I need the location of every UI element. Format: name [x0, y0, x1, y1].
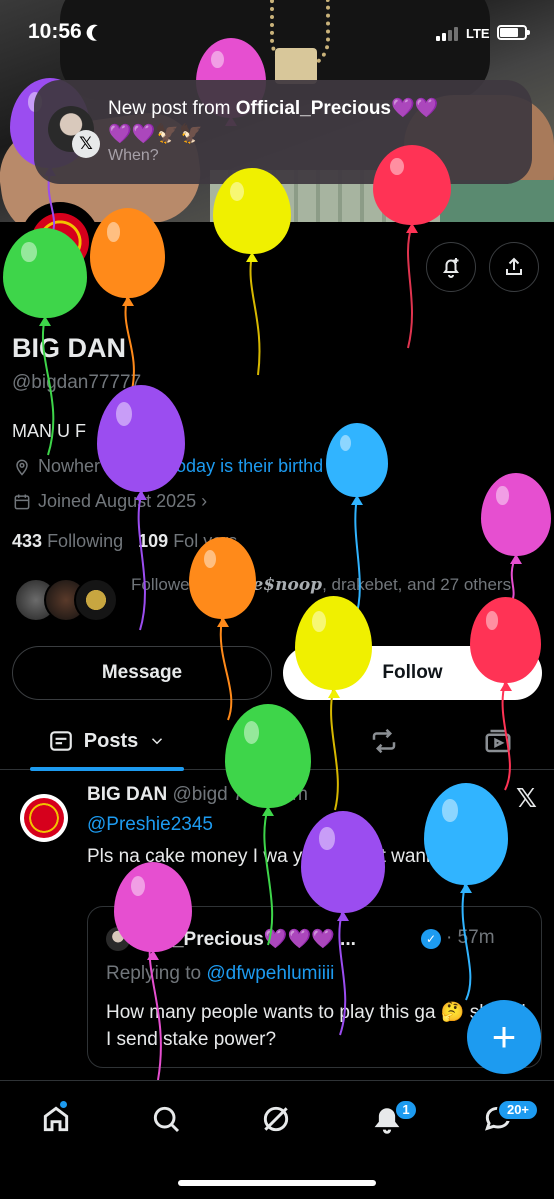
search-icon	[153, 1106, 180, 1133]
media-icon	[485, 729, 511, 753]
x-logo-icon: 𝕏	[516, 783, 537, 813]
notifications-badge: 1	[394, 1099, 418, 1121]
balloon	[213, 168, 291, 262]
balloon	[225, 704, 311, 816]
posts-icon	[49, 731, 72, 751]
profile-joined: Joined August 2025 ›	[38, 491, 208, 511]
post-author: BIG DAN	[87, 784, 168, 805]
nav-search[interactable]	[150, 1103, 184, 1137]
status-time: 10:56	[28, 20, 82, 43]
balloon	[3, 228, 87, 326]
post-mention[interactable]: @Preshie2345	[87, 814, 213, 836]
profile-website-link[interactable]: oday is their birthd	[176, 456, 323, 477]
nav-home[interactable]	[40, 1103, 74, 1137]
post-avatar[interactable]	[20, 794, 68, 842]
quoted-time: · 57m	[446, 927, 495, 948]
repost-icon	[372, 728, 396, 754]
quoted-text: How many people wants to play this ga 🤔 …	[106, 1002, 526, 1050]
notification-title: New post from Official_Precious💜💜 💜💜🦅🦅	[108, 98, 439, 145]
club-crest-icon	[24, 798, 64, 838]
tab-media[interactable]	[483, 726, 513, 756]
grok-icon	[263, 1106, 289, 1132]
balloon	[481, 473, 551, 564]
balloon	[470, 597, 541, 691]
balloon	[373, 145, 451, 233]
chevron-down-icon	[152, 738, 163, 745]
balloon	[295, 596, 372, 698]
balloon	[301, 811, 385, 921]
home-icon	[43, 1106, 69, 1132]
home-indicator[interactable]	[178, 1180, 376, 1186]
share-button[interactable]	[489, 242, 539, 292]
balloon	[114, 862, 192, 960]
tab-posts[interactable]: Posts	[30, 712, 184, 771]
location-pin-icon	[16, 459, 28, 476]
battery-icon	[497, 25, 530, 40]
share-icon	[506, 257, 522, 275]
profile-bio: MAN U F	[12, 421, 86, 441]
quoted-reply-line: Replying to @dfwpehlumiiii	[106, 963, 335, 984]
x-logo-icon: 𝕏	[72, 130, 100, 158]
bell-plus-icon	[443, 258, 459, 278]
balloon	[97, 385, 185, 500]
notify-subscribe-button[interactable]	[426, 242, 476, 292]
followed-by-avatars[interactable]	[14, 578, 124, 624]
profile-location: Nowher	[38, 456, 101, 476]
verified-badge-icon: ✓	[421, 929, 441, 949]
balloon	[189, 537, 256, 627]
profile-name: BIG DAN	[12, 333, 126, 363]
balloon	[424, 783, 508, 893]
message-button[interactable]: Message	[12, 646, 272, 700]
compose-post-button[interactable]: +	[467, 1000, 541, 1074]
nav-grok[interactable]	[260, 1103, 294, 1137]
banner-cash	[440, 180, 554, 222]
notification-body: When?	[108, 147, 159, 164]
tab-reposts[interactable]	[369, 726, 399, 756]
status-bar: 10:56 LTE	[0, 0, 554, 66]
signal-icon	[436, 27, 458, 41]
avatar	[74, 578, 118, 622]
balloon	[326, 423, 388, 505]
following-link[interactable]: 433 Following	[12, 531, 123, 551]
balloon	[90, 208, 165, 306]
moon-icon	[89, 22, 110, 43]
reply-handle-link[interactable]: @dfwpehlumiiii	[206, 963, 334, 984]
tab-posts-label: Posts	[83, 729, 139, 752]
plus-icon: +	[491, 1013, 517, 1060]
messages-badge: 20+	[497, 1099, 539, 1121]
push-notification[interactable]: 𝕏 New post from Official_Precious💜💜 💜💜🦅🦅 …	[34, 80, 532, 184]
calendar-icon	[14, 494, 30, 509]
profile-joined-row[interactable]: Joined August 2025 ›	[12, 491, 207, 512]
network-label: LTE	[466, 26, 490, 41]
